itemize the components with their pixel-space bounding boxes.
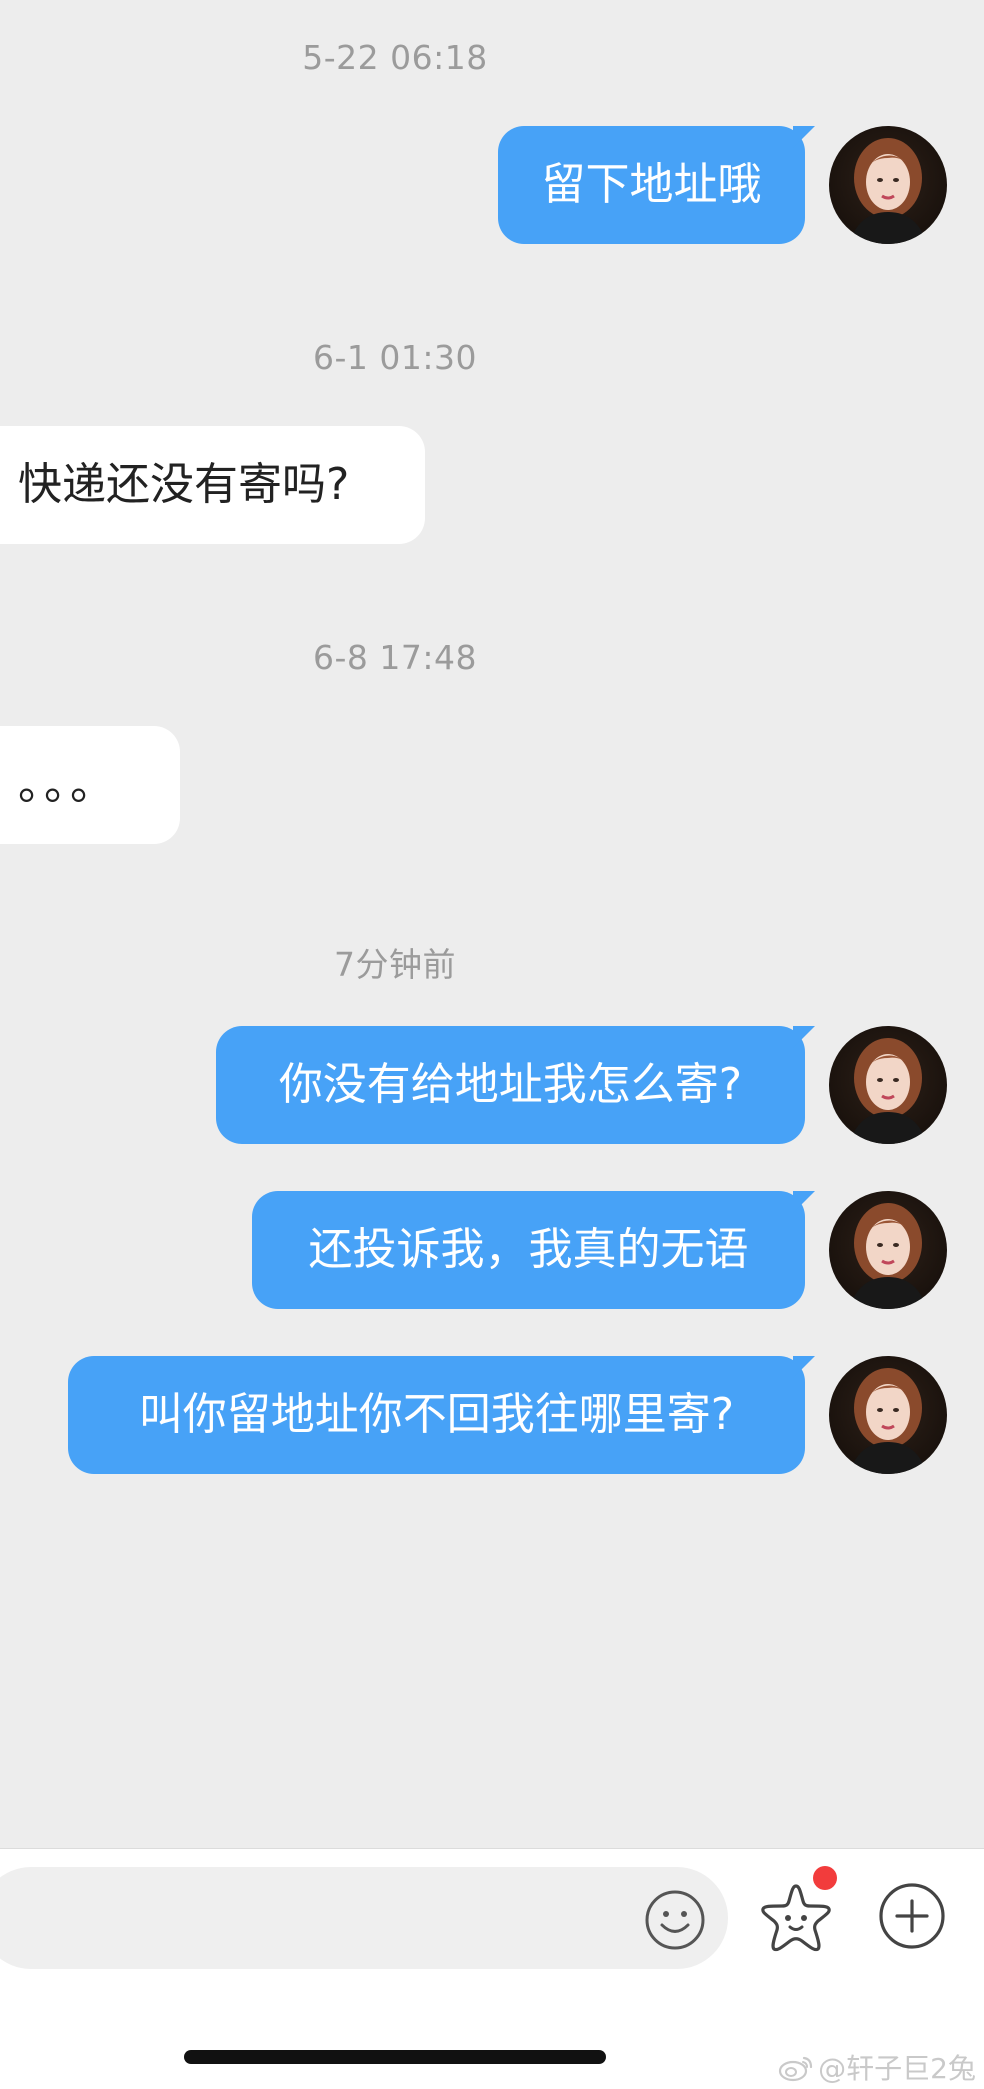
avatar-image — [849, 1038, 927, 1144]
chat-screen: 5-22 06:18 留下地址哦 6-1 01:30 快递还没有寄吗? 6-8 … — [0, 0, 984, 2089]
notification-badge — [813, 1866, 837, 1890]
watermark-text: @轩子巨2兔 — [818, 2052, 976, 2085]
timestamp: 6-1 01:30 — [313, 338, 477, 377]
weibo-logo-icon — [779, 2056, 813, 2082]
emoji-icon[interactable] — [644, 1889, 706, 1951]
avatar-image — [849, 138, 927, 244]
user-avatar[interactable] — [829, 1191, 947, 1309]
message-input[interactable] — [0, 1867, 728, 1969]
watermark: @轩子巨2兔 — [778, 2047, 976, 2087]
user-avatar[interactable] — [829, 1026, 947, 1144]
star-icon[interactable] — [758, 1880, 834, 1956]
outgoing-message-bubble[interactable]: 叫你留地址你不回我往哪里寄? — [68, 1356, 815, 1474]
user-avatar[interactable] — [829, 1356, 947, 1474]
timestamp: 6-8 17:48 — [313, 638, 477, 677]
plus-icon[interactable] — [878, 1882, 946, 1950]
avatar-image — [849, 1368, 927, 1474]
outgoing-message-bubble[interactable]: 还投诉我，我真的无语 — [252, 1191, 815, 1309]
home-indicator[interactable] — [184, 2050, 606, 2064]
avatar-image — [849, 1203, 927, 1309]
outgoing-message-bubble[interactable]: 留下地址哦 — [498, 126, 815, 244]
incoming-message-bubble[interactable]: 快递还没有寄吗? — [0, 426, 425, 544]
user-avatar[interactable] — [829, 126, 947, 244]
timestamp: 5-22 06:18 — [302, 38, 488, 77]
outgoing-message-bubble[interactable]: 你没有给地址我怎么寄? — [216, 1026, 815, 1144]
incoming-message-bubble[interactable]: 。。。 — [0, 726, 180, 844]
timestamp: 7分钟前 — [334, 945, 456, 984]
